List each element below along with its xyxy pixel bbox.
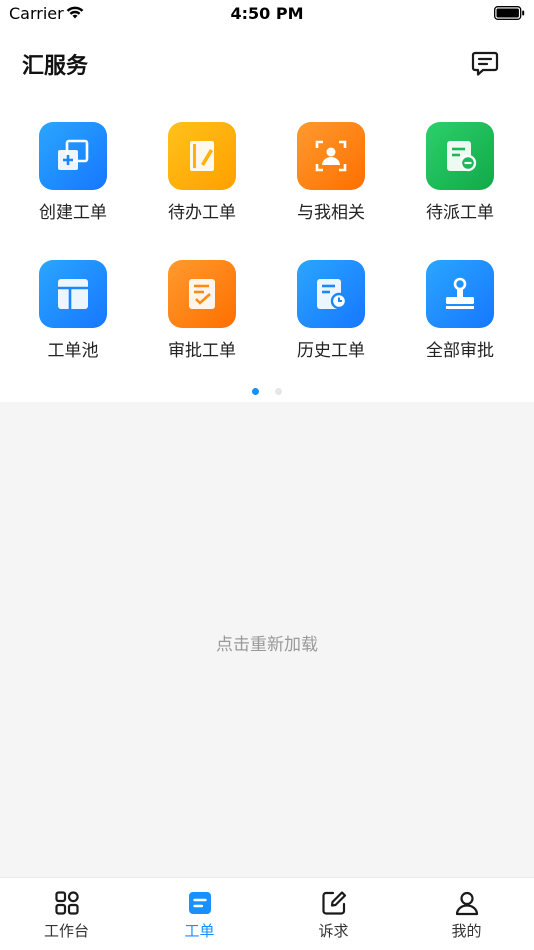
- grid-item-order-pool[interactable]: 工单池: [8, 256, 138, 361]
- all-approval-icon: [426, 260, 494, 328]
- create-order-icon: [39, 122, 107, 190]
- grid-item-history-order[interactable]: 历史工单: [266, 256, 396, 361]
- message-icon[interactable]: [470, 48, 500, 78]
- tab-profile[interactable]: 我的: [400, 878, 533, 950]
- grid-item-label: 待办工单: [168, 203, 236, 223]
- battery-icon: [494, 6, 525, 20]
- workbench-icon: [54, 891, 79, 915]
- appeal-icon: [321, 891, 346, 915]
- tab-appeal[interactable]: 诉求: [267, 878, 400, 950]
- tab-work-order[interactable]: 工单: [133, 878, 266, 950]
- profile-icon: [455, 891, 478, 916]
- clock: 4:50 PM: [230, 4, 304, 23]
- grid-item-approval-order[interactable]: 审批工单: [137, 256, 267, 361]
- page-title: 汇服务: [22, 54, 89, 79]
- grid-item-create-order[interactable]: 创建工单: [8, 118, 138, 223]
- grid-item-label: 全部审批: [426, 341, 494, 361]
- todo-order-icon: [168, 122, 236, 190]
- grid-row-2: 工单池 审批工单 历史工单 全部审批: [0, 256, 534, 394]
- app-header: 汇服务: [0, 40, 534, 86]
- tab-workbench[interactable]: 工作台: [0, 878, 133, 950]
- grid-item-label: 工单池: [47, 341, 99, 361]
- function-grid: 创建工单 待办工单 与我相关 待派工单 工单池 审批工单 历史工单 全部审批: [0, 118, 534, 394]
- order-pool-icon: [39, 260, 107, 328]
- grid-item-label: 历史工单: [297, 341, 365, 361]
- related-to-me-icon: [297, 122, 365, 190]
- history-order-icon: [297, 260, 365, 328]
- grid-item-todo-order[interactable]: 待办工单: [137, 118, 267, 223]
- grid-item-label: 审批工单: [168, 341, 236, 361]
- grid-item-label: 创建工单: [39, 203, 107, 223]
- tab-label: 工单: [184, 922, 215, 940]
- grid-row-1: 创建工单 待办工单 与我相关 待派工单: [0, 118, 534, 256]
- reload-button[interactable]: 点击重新加载: [0, 630, 534, 655]
- grid-item-pending-dispatch[interactable]: 待派工单: [395, 118, 525, 223]
- grid-item-all-approval[interactable]: 全部审批: [395, 256, 525, 361]
- grid-item-related-to-me[interactable]: 与我相关: [266, 118, 396, 223]
- page-indicator: [0, 380, 534, 395]
- approval-order-icon: [168, 260, 236, 328]
- grid-item-label: 与我相关: [297, 203, 365, 223]
- work-order-icon: [188, 892, 211, 914]
- pending-dispatch-icon: [426, 122, 494, 190]
- page-dot-1[interactable]: [252, 388, 259, 395]
- status-bar: Carrier 4:50 PM: [0, 0, 534, 28]
- bottom-tab-bar: 工作台 工单 诉求 我的: [0, 877, 534, 950]
- tab-label: 我的: [451, 922, 482, 940]
- grid-item-label: 待派工单: [426, 203, 494, 223]
- tab-label: 工作台: [43, 922, 89, 940]
- content-area: 点击重新加载: [0, 402, 534, 877]
- page-dot-2[interactable]: [275, 388, 282, 395]
- tab-label: 诉求: [318, 922, 349, 940]
